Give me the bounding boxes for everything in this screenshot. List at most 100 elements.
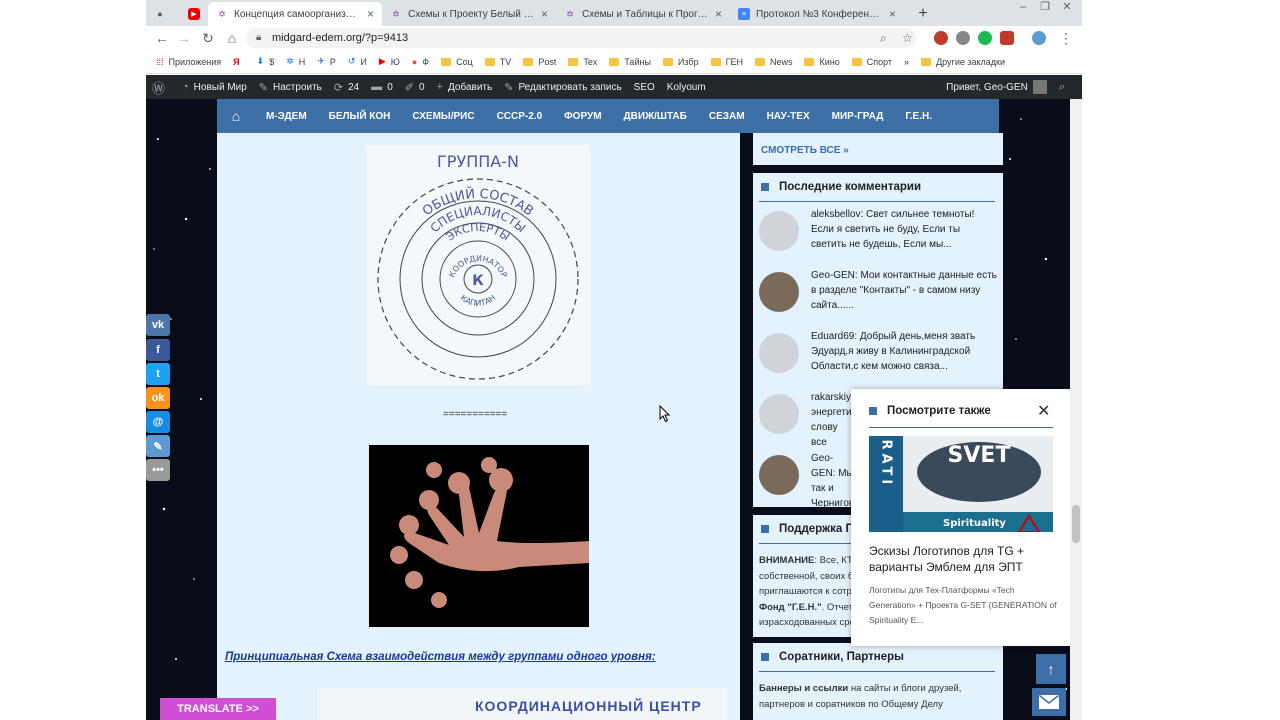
schema-link[interactable]: Принципиальная Схема взаимодействия межд…: [225, 651, 656, 663]
bookmark-other[interactable]: Другие закладки: [921, 57, 1005, 67]
minimize-icon[interactable]: –: [1012, 0, 1034, 14]
bookmark-r[interactable]: ✈ Р: [317, 56, 336, 67]
wp-drafts-link[interactable]: ✐ 0: [405, 81, 425, 94]
wp-site-link[interactable]: ◔ Новый Мир: [182, 81, 247, 93]
wp-updates-link[interactable]: ⟳ 24: [334, 81, 359, 94]
wp-logo-icon[interactable]: Ⓦ: [152, 78, 170, 97]
lock-icon: 🔒︎: [256, 32, 262, 43]
popup-article-image[interactable]: NERATI SVET Spirituality: [869, 436, 1053, 532]
close-icon[interactable]: ✕: [1037, 401, 1050, 421]
extension-gear-icon[interactable]: [956, 31, 970, 45]
folder-icon: [710, 57, 721, 66]
close-tab-icon[interactable]: ×: [889, 7, 896, 21]
livejournal-icon[interactable]: ✎: [146, 435, 170, 457]
close-tab-icon[interactable]: ×: [367, 7, 374, 21]
bookmark-folder-kino[interactable]: Кино: [804, 57, 840, 67]
extension-abp-icon[interactable]: [934, 31, 948, 45]
kebab-menu-icon[interactable]: ⋮: [1058, 30, 1074, 46]
nav-dvizh[interactable]: ДВИЖ/ШТАБ: [624, 111, 687, 122]
nav-belyi-kon[interactable]: БЕЛЫЙ КОН: [329, 111, 391, 122]
comment-item[interactable]: Eduard69: Добрый день,меня звать Эдуард,…: [759, 329, 999, 385]
wp-comments-count: 0: [387, 81, 393, 93]
extension-lock-icon[interactable]: [1000, 31, 1014, 45]
nav-sssr[interactable]: СССР-2.0: [497, 111, 543, 122]
bookmark-dollar[interactable]: ⬇ $: [257, 56, 275, 67]
nav-gen[interactable]: Г.Е.Н.: [905, 111, 932, 122]
nav-skhemy[interactable]: СХЕМЫ/РИС: [412, 111, 474, 122]
forward-icon[interactable]: →: [176, 30, 192, 46]
page-scrollbar[interactable]: [1070, 99, 1082, 720]
close-window-icon[interactable]: ✕: [1056, 0, 1078, 14]
translate-button[interactable]: TRANSLATE >>: [160, 698, 276, 720]
home-icon[interactable]: ⌂: [217, 108, 255, 124]
home-icon[interactable]: ⌂: [224, 30, 240, 46]
nav-nau-tekh[interactable]: НАУ-ТЕХ: [767, 111, 810, 122]
url-field[interactable]: 🔒︎ midgard-edem.org/?p=9413 ⌕ ☆: [246, 28, 916, 48]
twitter-icon[interactable]: t: [146, 363, 170, 385]
bookmark-folder-post[interactable]: Post: [523, 57, 556, 67]
extension-check-icon[interactable]: [978, 31, 992, 45]
close-tab-icon[interactable]: ×: [541, 7, 548, 21]
bookmark-i[interactable]: ↺ И: [348, 56, 367, 67]
wp-search-icon[interactable]: ⌕: [1059, 81, 1070, 94]
bookmark-folder-tainy[interactable]: Тайны: [609, 57, 651, 67]
bookmark-folder-izbr[interactable]: Избр: [662, 57, 699, 67]
nav-mir-grad[interactable]: МИР-ГРАД: [832, 111, 884, 122]
tab-skhemy-belyi-kon[interactable]: ✡ Схемы к Проекту Белый КОН | ×: [382, 2, 556, 26]
bookmark-yu[interactable]: ▶ Ю: [379, 56, 400, 67]
popup-article-title[interactable]: Эскизы Логотипов для TG + варианты Эмбле…: [869, 543, 1059, 575]
bookmark-star-icon[interactable]: ☆: [902, 28, 913, 48]
new-tab-button[interactable]: +: [912, 2, 934, 26]
wp-theme-link[interactable]: Kolyoum: [667, 82, 706, 93]
wp-seo-link[interactable]: SEO: [634, 82, 655, 93]
tab-konceptsiya[interactable]: ✡ Концепция самоорганизации С ×: [208, 2, 382, 26]
comment-item[interactable]: Geo-GEN: Мои контактные данные есть в ра…: [759, 268, 999, 324]
diagram-title: ГРУППА-N: [437, 152, 519, 171]
more-icon[interactable]: •••: [146, 459, 170, 481]
bookmark-n[interactable]: ✲ Н: [286, 56, 305, 67]
github-tab-icon[interactable]: ●: [154, 2, 170, 26]
scrollbar-thumb[interactable]: [1072, 505, 1080, 543]
bookmark-folder-news[interactable]: News: [754, 57, 792, 67]
bookmark-folder-soc[interactable]: Соц: [441, 57, 473, 67]
see-all-link[interactable]: СМОТРЕТЬ ВСЕ »: [761, 145, 849, 156]
vk-icon[interactable]: vk: [146, 314, 170, 336]
reload-icon[interactable]: ↻: [200, 30, 216, 46]
bookmark-folder-sport[interactable]: Спорт: [851, 57, 892, 67]
history-icon: ↺: [347, 56, 356, 66]
popup-image-text: SVET: [948, 443, 1011, 468]
close-tab-icon[interactable]: ×: [715, 7, 722, 21]
wp-add-link[interactable]: + Добавить: [437, 81, 493, 93]
bookmarks-more-button[interactable]: »: [904, 57, 909, 67]
bookmark-f[interactable]: ● Ф: [412, 57, 429, 67]
back-icon[interactable]: ←: [154, 30, 170, 46]
bookmark-label: Тайны: [624, 56, 651, 67]
popup-image-side-text: NERATI: [879, 436, 894, 488]
profile-avatar[interactable]: [1032, 31, 1046, 45]
wp-admin-bar: Ⓦ ◔ Новый Мир ✎ Настроить ⟳ 24 ▬ 0 ✐ 0 + Добав…: [146, 75, 1082, 99]
bookmark-folder-gen[interactable]: ГЕН: [710, 57, 743, 67]
odnoklassniki-icon[interactable]: ok: [146, 387, 170, 409]
scroll-to-top-button[interactable]: ↑: [1036, 654, 1066, 684]
email-icon[interactable]: @: [146, 411, 170, 433]
wp-account-link[interactable]: Привет, Geo-GEN: [946, 80, 1047, 94]
wp-edit-link[interactable]: ✎ Редактировать запись: [504, 81, 621, 94]
bookmark-yandex[interactable]: Я: [233, 57, 244, 67]
nav-sezam[interactable]: СЕЗАМ: [709, 111, 745, 122]
search-icon[interactable]: ⌕: [880, 28, 887, 48]
nav-m-edem[interactable]: М-ЭДЕМ: [266, 111, 307, 122]
youtube-tab-icon[interactable]: ▶: [184, 2, 206, 26]
wp-customize-link[interactable]: ✎ Настроить: [259, 81, 322, 94]
wp-comments-link[interactable]: ▬ 0: [371, 81, 393, 93]
bookmark-apps[interactable]: ⁞⁞⁞ Приложения: [156, 57, 221, 67]
bookmark-folder-tex[interactable]: Tex: [568, 57, 597, 67]
contact-mail-button[interactable]: [1032, 688, 1066, 716]
tab-skhemy-tablitsy[interactable]: ✡ Схемы и Таблицы к Программе ×: [556, 2, 730, 26]
bookmark-folder-tv[interactable]: TV: [484, 57, 511, 67]
nav-forum[interactable]: ФОРУМ: [564, 111, 601, 122]
comment-item[interactable]: aleksbellov: Свет сильнее темноты! Если …: [759, 207, 999, 263]
bookmark-label: Р: [329, 56, 336, 67]
tab-protokol[interactable]: ≡ Протокол №3 Конференции Кр ×: [730, 2, 904, 26]
facebook-icon[interactable]: f: [146, 339, 170, 361]
restore-icon[interactable]: ❐: [1034, 0, 1056, 14]
